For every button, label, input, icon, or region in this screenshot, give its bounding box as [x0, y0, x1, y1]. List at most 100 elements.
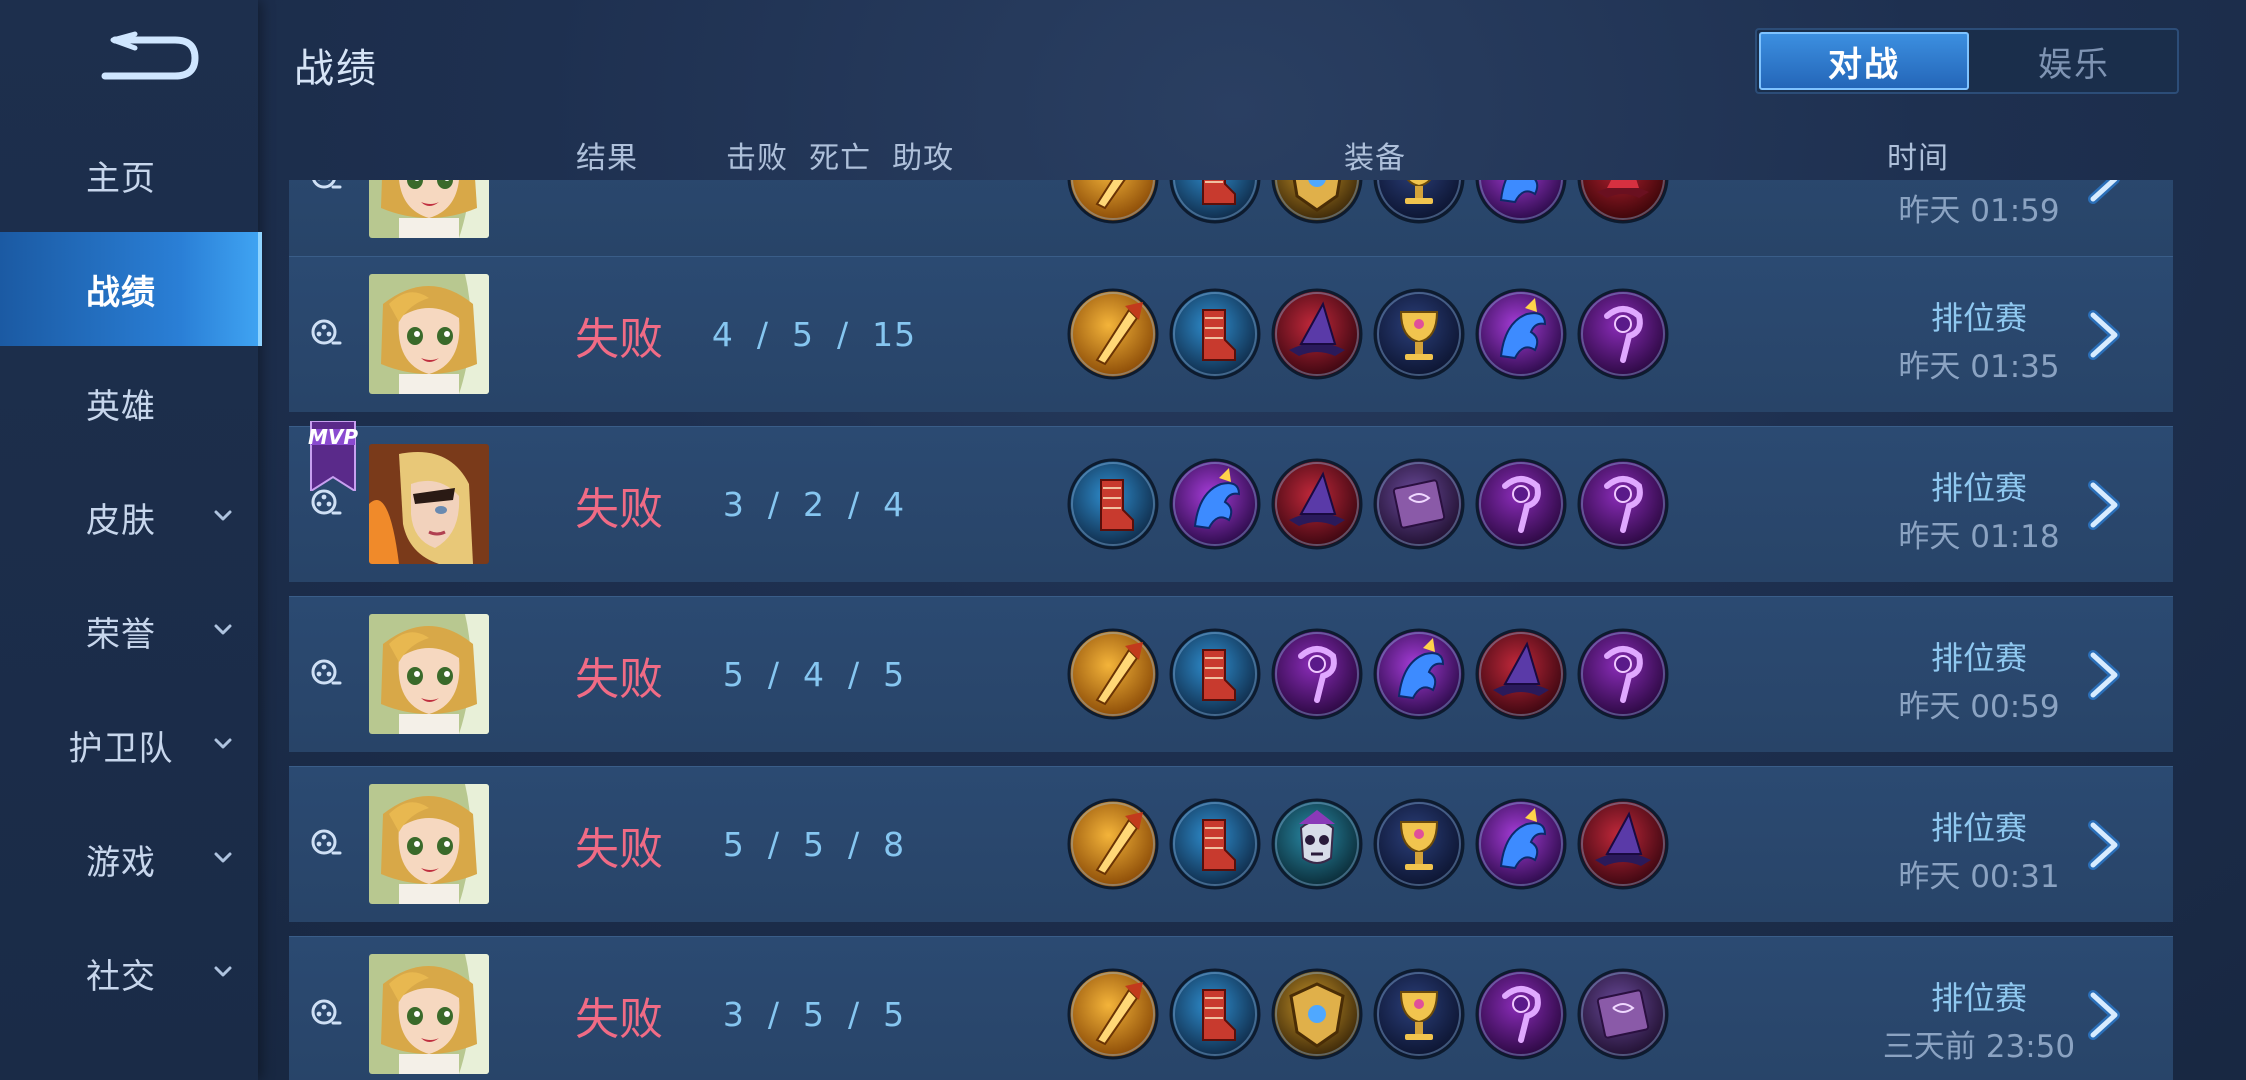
replay-icon[interactable] [309, 317, 343, 351]
sidebar: 主页战绩英雄皮肤荣誉护卫队游戏社交 [0, 0, 262, 1080]
spell-book-icon [1577, 968, 1669, 1060]
mode-tab-group: 对战 娱乐 [1755, 28, 2179, 94]
chevron-down-icon [214, 738, 232, 749]
equipment-list [1067, 288, 1669, 380]
replay-icon[interactable] [309, 180, 343, 195]
match-time: 三天前 23:50 [1882, 1029, 2076, 1065]
blue-dragon-icon [1475, 180, 1567, 224]
match-result: 失败 [575, 823, 663, 875]
sidebar-item-games[interactable]: 游戏 [0, 802, 258, 916]
gold-chalice-icon [1373, 968, 1465, 1060]
equipment-list [1067, 628, 1669, 720]
match-row[interactable]: 昨天 01:59 [289, 180, 2173, 256]
purple-staff-icon [1475, 968, 1567, 1060]
red-boots-icon [1169, 798, 1261, 890]
red-boots-icon [1169, 968, 1261, 1060]
kda-value: 5 / 5 / 8 [722, 825, 906, 864]
blue-dragon-icon [1169, 458, 1261, 550]
sidebar-item-heroes[interactable]: 英雄 [0, 346, 258, 460]
gold-chalice-icon [1373, 798, 1465, 890]
sidebar-item-label: 游戏 [86, 842, 156, 883]
sidebar-item-stats[interactable]: 战绩 [0, 232, 262, 346]
red-boots-icon [1169, 180, 1261, 224]
chevron-right-icon[interactable] [2079, 649, 2129, 701]
back-arrow-icon[interactable] [95, 22, 205, 92]
kda-value: 3 / 2 / 4 [722, 485, 906, 524]
hero-avatar [369, 954, 489, 1074]
kda-value: 3 / 5 / 5 [722, 995, 906, 1034]
match-list[interactable]: 昨天 01:59 失败 4 / 5 / 15 排位赛 昨天 01:35 MVP 失败 3 / … [289, 180, 2173, 1080]
match-row[interactable]: 失败 4 / 5 / 15 排位赛 昨天 01:35 [289, 256, 2173, 412]
match-mode: 排位赛 [1930, 809, 2027, 847]
blue-dragon-icon [1475, 798, 1567, 890]
chevron-down-icon [214, 510, 232, 521]
match-row[interactable]: MVP 失败 3 / 2 / 4 排位赛 昨天 01:18 [289, 421, 2173, 582]
chevron-down-icon [214, 624, 232, 635]
spell-book-icon [1373, 458, 1465, 550]
column-header-items: 装备 [1344, 141, 1406, 176]
hero-avatar [369, 784, 489, 904]
equipment-list [1067, 458, 1669, 550]
skull-mask-icon [1271, 798, 1363, 890]
match-row[interactable]: 失败 5 / 4 / 5 排位赛昨天 00:59 [289, 596, 2173, 752]
match-row[interactable]: 失败 5 / 5 / 8 排位赛昨天 00:31 [289, 766, 2173, 922]
match-result: 失败 [575, 313, 663, 365]
chevron-down-icon [214, 966, 232, 977]
column-header-result: 结果 [576, 141, 638, 176]
replay-icon[interactable] [309, 487, 343, 521]
sidebar-item-label: 皮肤 [86, 500, 156, 541]
sidebar-item-guard[interactable]: 护卫队 [0, 688, 258, 802]
tab-battle[interactable]: 对战 [1759, 32, 1969, 90]
replay-icon[interactable] [309, 827, 343, 861]
sidebar-item-skins[interactable]: 皮肤 [0, 460, 258, 574]
page-title: 战绩 [294, 46, 378, 92]
sidebar-item-label: 荣誉 [86, 614, 156, 655]
gold-spear-icon [1067, 798, 1159, 890]
gold-spear-icon [1067, 968, 1159, 1060]
chevron-right-icon[interactable] [2079, 819, 2129, 871]
match-time: 昨天 01:18 [1898, 519, 2060, 555]
red-boots-icon [1169, 288, 1261, 380]
match-row[interactable]: 失败 3 / 5 / 5 排位赛三天前 23:50 [289, 936, 2173, 1080]
sidebar-item-label: 护卫队 [68, 728, 174, 769]
sidebar-item-home[interactable]: 主页 [0, 118, 258, 232]
sidebar-item-label: 社交 [86, 956, 156, 997]
match-time: 昨天 01:59 [1898, 193, 2060, 229]
purple-staff-icon [1577, 628, 1669, 720]
purple-hat-icon [1271, 458, 1363, 550]
chevron-right-icon[interactable] [2079, 989, 2129, 1041]
purple-staff-icon [1577, 288, 1669, 380]
gold-spear-icon [1067, 288, 1159, 380]
kda-value: 4 / 5 / 15 [711, 315, 917, 354]
chevron-right-icon[interactable] [2079, 479, 2129, 531]
gold-chalice-icon [1373, 288, 1465, 380]
match-result: 失败 [575, 993, 663, 1045]
hero-avatar [369, 180, 489, 238]
replay-icon[interactable] [309, 997, 343, 1031]
gold-shield-icon [1271, 180, 1363, 224]
match-mode: 排位赛 [1930, 639, 2027, 677]
sidebar-item-social[interactable]: 社交 [0, 916, 258, 1030]
purple-hat-icon [1475, 628, 1567, 720]
equipment-list [1067, 180, 1669, 224]
replay-icon[interactable] [309, 657, 343, 691]
column-header-time: 时间 [1887, 141, 1949, 176]
match-time: 昨天 00:31 [1898, 859, 2060, 895]
match-result: 失败 [575, 653, 663, 705]
tab-entertainment[interactable]: 娱乐 [1971, 30, 2177, 92]
match-mode: 排位赛 [1930, 979, 2027, 1017]
equipment-list [1067, 968, 1669, 1060]
chevron-right-icon[interactable] [2079, 309, 2129, 361]
match-time: 昨天 00:59 [1898, 689, 2060, 725]
mvp-label: MVP [307, 425, 359, 449]
gold-spear-icon [1067, 180, 1159, 224]
kda-value [679, 180, 949, 256]
sidebar-item-label: 战绩 [86, 272, 156, 313]
gold-chalice-icon [1373, 180, 1465, 224]
equipment-list [1067, 798, 1669, 890]
chevron-right-icon[interactable] [2079, 180, 2129, 205]
purple-hat-icon [1577, 798, 1669, 890]
blue-dragon-icon [1373, 628, 1465, 720]
sidebar-item-honor[interactable]: 荣誉 [0, 574, 258, 688]
kda-value: 5 / 4 / 5 [722, 655, 906, 694]
